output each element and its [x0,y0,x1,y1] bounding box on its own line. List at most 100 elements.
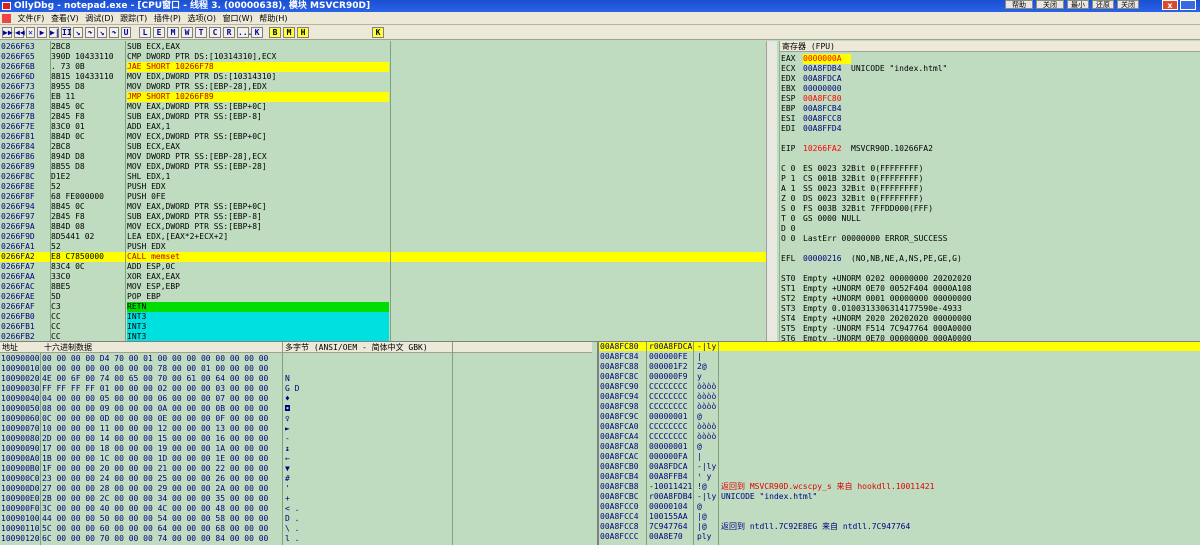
menu-file[interactable]: 文件(F) [16,12,47,25]
register-line[interactable]: ESP 00A8FC80 [781,94,851,104]
breakpoints-button[interactable]: B [269,27,281,38]
dump-header-hex[interactable]: 十六进制数据 [44,342,92,353]
register-line[interactable]: EFL 00000216 (NO,NB,NE,A,NS,PE,GE,G) [781,254,962,264]
minimize-icon[interactable] [1180,0,1196,10]
menu-plugins[interactable]: 插件(P) [152,12,183,25]
disasm-row[interactable]: 0266F97 2B45 F8 SUB EAX,DWORD PTR SS:[EBP-… [0,212,777,222]
disasm-row[interactable]: 0266F9D 8D5441 02 LEA EDX,[EAX*2+ECX+2] [0,232,777,242]
register-line[interactable]: ST2 Empty +UNORM 0001 00000000 00000000 [781,294,972,304]
register-value[interactable]: 00A8FDCA [803,74,851,84]
menu-options[interactable]: 选项(O) [185,12,218,25]
disasm-row[interactable]: 0266F84 2BC8 SUB ECX,EAX [0,142,777,152]
step-into-icon[interactable]: ↘ [73,27,83,38]
dump-header-address[interactable]: 地址 [2,342,18,353]
disasm-row[interactable]: 0266FA7 83C4 0C ADD ESP,0C [0,262,777,272]
register-value[interactable]: 00A8FCB4 [803,104,851,114]
windows-window-button[interactable]: W [181,27,193,38]
stack-row[interactable]: 00A8FCBC r00A8FDB4 -|ly UNICODE "index.html… [599,492,1200,501]
register-line[interactable]: EDX 00A8FDCA [781,74,851,84]
stack-row[interactable]: 00A8FC80 r00A8FDCA -|ly [599,342,1200,351]
register-line[interactable] [781,264,803,274]
disassembly-pane[interactable]: 0266F63 2BC8 SUB ECX,EAX 0266F65 390D 104331… [0,41,777,341]
stack-row[interactable]: 00A8FCAC 000000FA | [599,452,1200,461]
stack-row[interactable]: 00A8FC90 CCCCCCCC òòòò [599,382,1200,391]
register-line[interactable]: O 0 LastErr 00000000 ERROR_SUCCESS [781,234,948,244]
stack-row[interactable]: 00A8FCC4 100155AA |@ [599,512,1200,521]
stack-row[interactable]: 00A8FCCC 00A8E70 ply [599,532,1200,541]
disasm-row[interactable]: 0266FB0 CC INT3 [0,312,777,322]
register-line[interactable]: ST0 Empty +UNORM 0202 00000000 20202020 [781,274,972,284]
disasm-row[interactable]: 0266F81 8B4D 0C MOV ECX,DWORD PTR SS:[EBP+… [0,132,777,142]
register-value[interactable]: 00000000 [803,84,851,94]
stack-pane[interactable]: 00A8FC80 r00A8FDCA -|ly 00A8FC84 000000FE | 00… [597,342,1200,545]
stack-row[interactable]: 00A8FC98 CCCCCCCC òòòò [599,402,1200,411]
register-line[interactable]: ST1 Empty +UNORM 0E70 0052F404 0000A108 [781,284,972,294]
register-line[interactable]: S 0 FS 003B 32Bit 7FFDD000(FFF) [781,204,933,214]
registers-header[interactable]: 寄存器 (FPU) [780,41,1200,52]
disasm-row[interactable]: 0266F63 2BC8 SUB ECX,EAX [0,42,777,52]
disasm-row[interactable]: 0266F8C D1E2 SHL EDX,1 [0,172,777,182]
disasm-row[interactable]: 0266F8F 68 FE000000 PUSH 0FE [0,192,777,202]
stack-row[interactable]: 00A8FCC8 7C947764 |@ 返回到 ntdll.7C92E8EG 来自 … [599,522,1200,531]
modules-window-button[interactable]: E [153,27,165,38]
menu-help[interactable]: 帮助(H) [257,12,289,25]
trace-over-icon[interactable]: ↷ [109,27,119,38]
register-line[interactable]: ESI 00A8FCC8 [781,114,851,124]
disasm-row[interactable]: 0266F65 390D 10433110 CMP DWORD PTR DS:[10… [0,52,777,62]
register-line[interactable]: ST3 Empty 0.0100313306314177590e-4933 [781,304,962,314]
more-windows-button[interactable]: ... [237,27,252,38]
memory-dump-pane[interactable]: 10090000 00 00 00 00 D4 70 00 01 00 00 00… [0,353,592,545]
register-line[interactable] [781,134,803,144]
register-line[interactable]: P 1 CS 001B 32Bit 0(FFFFFFFF) [781,174,923,184]
close-icon[interactable]: x [1162,0,1178,10]
disasm-row[interactable]: 0266F6B . 73 0B JAE SHORT 10266F78 [0,62,777,72]
handles-window-button[interactable]: R [223,27,235,38]
disasm-row[interactable]: 0266F9A 8B4D 08 MOV ECX,DWORD PTR SS:[EBP+… [0,222,777,232]
menu-view[interactable]: 查看(V) [49,12,81,25]
disasm-row[interactable]: 0266FB2 CC INT3 [0,332,777,341]
register-line[interactable] [781,244,803,254]
minimize-child-button[interactable]: 最小 [1067,0,1089,9]
disasm-row[interactable]: 0266F73 8955 D8 MOV DWORD PTR SS:[EBP-28],… [0,82,777,92]
register-line[interactable]: ECX 00A8FDB4 UNICODE "index.html" [781,64,947,74]
registers-pane[interactable]: 寄存器 (FPU) EAX 0000000A ECX 00A8FDB4 UNICODE … [779,41,1200,341]
stack-row[interactable]: 00A8FCA8 00000001 @ [599,442,1200,451]
disasm-row[interactable]: 0266FAF C3 RETN [0,302,777,312]
stop-icon[interactable]: ✕ [26,27,35,38]
threads-window-button[interactable]: T [195,27,207,38]
register-value[interactable]: 10266FA2 [803,144,851,154]
register-line[interactable]: Z 0 DS 0023 32Bit 0(FFFFFFFF) [781,194,923,204]
menu-trace[interactable]: 跟踪(T) [118,12,149,25]
execute-till-user-icon[interactable]: U [121,27,131,38]
disasm-row[interactable]: 0266FA1 52 PUSH EDX [0,242,777,252]
log-window-button[interactable]: L [139,27,151,38]
disasm-row[interactable]: 0266FAE 5D POP EBP [0,292,777,302]
stack-row[interactable]: 00A8FCA0 CCCCCCCC òòòò [599,422,1200,431]
register-line[interactable]: ST5 Empty -UNORM F514 7C947764 000A0000 [781,324,972,334]
disasm-row[interactable]: 0266F7E 83C0 01 ADD EAX,1 [0,122,777,132]
register-line[interactable]: EDI 00A8FFD4 [781,124,851,134]
register-line[interactable] [781,154,803,164]
register-line[interactable]: EBP 00A8FCB4 [781,104,851,114]
disasm-row[interactable]: 0266FAA 33C0 XOR EAX,EAX [0,272,777,282]
k-button[interactable]: K [372,27,384,38]
dump-header-ascii[interactable]: 多字节 (ANSI/OEM - 简体中文 GBK) [285,342,428,353]
disassembly-scrollbar[interactable] [766,41,777,341]
stack-row[interactable]: 00A8FC94 CCCCCCCC òòòò [599,392,1200,401]
disasm-row[interactable]: 0266F89 8B55 D8 MOV EDX,DWORD PTR SS:[EBP-… [0,162,777,172]
register-line[interactable]: A 1 SS 0023 32Bit 0(FFFFFFFF) [781,184,923,194]
register-line[interactable]: EAX 0000000A [781,54,851,64]
register-line[interactable]: ST4 Empty +UNORM 2020 20202020 00000000 [781,314,972,324]
disasm-row[interactable]: 0266FAC 8BE5 MOV ESP,EBP [0,282,777,292]
register-line[interactable]: ST6 Empty -UNORM 0E70 00000000 000A0000 [781,334,972,341]
disasm-row[interactable]: 0266F78 8B45 0C MOV EAX,DWORD PTR SS:[EBP+… [0,102,777,112]
menu-debug[interactable]: 调试(D) [83,12,115,25]
pause-icon[interactable]: II [61,27,72,38]
disasm-row[interactable]: 0266F7B 2B45 F8 SUB EAX,DWORD PTR SS:[EBP-… [0,112,777,122]
cpu-window-button[interactable]: C [209,27,221,38]
stack-row[interactable]: 00A8FCB0 00A8FDCA -|ly [599,462,1200,471]
stack-row[interactable]: 00A8FCB4 00A8FFB4 ᵗ y [599,472,1200,481]
register-value[interactable]: 00A8FCC8 [803,114,851,124]
disasm-row[interactable]: 0266F94 8B45 0C MOV EAX,DWORD PTR SS:[EBP+… [0,202,777,212]
register-line[interactable]: EIP 10266FA2 MSVCR90D.10266FA2 [781,144,933,154]
